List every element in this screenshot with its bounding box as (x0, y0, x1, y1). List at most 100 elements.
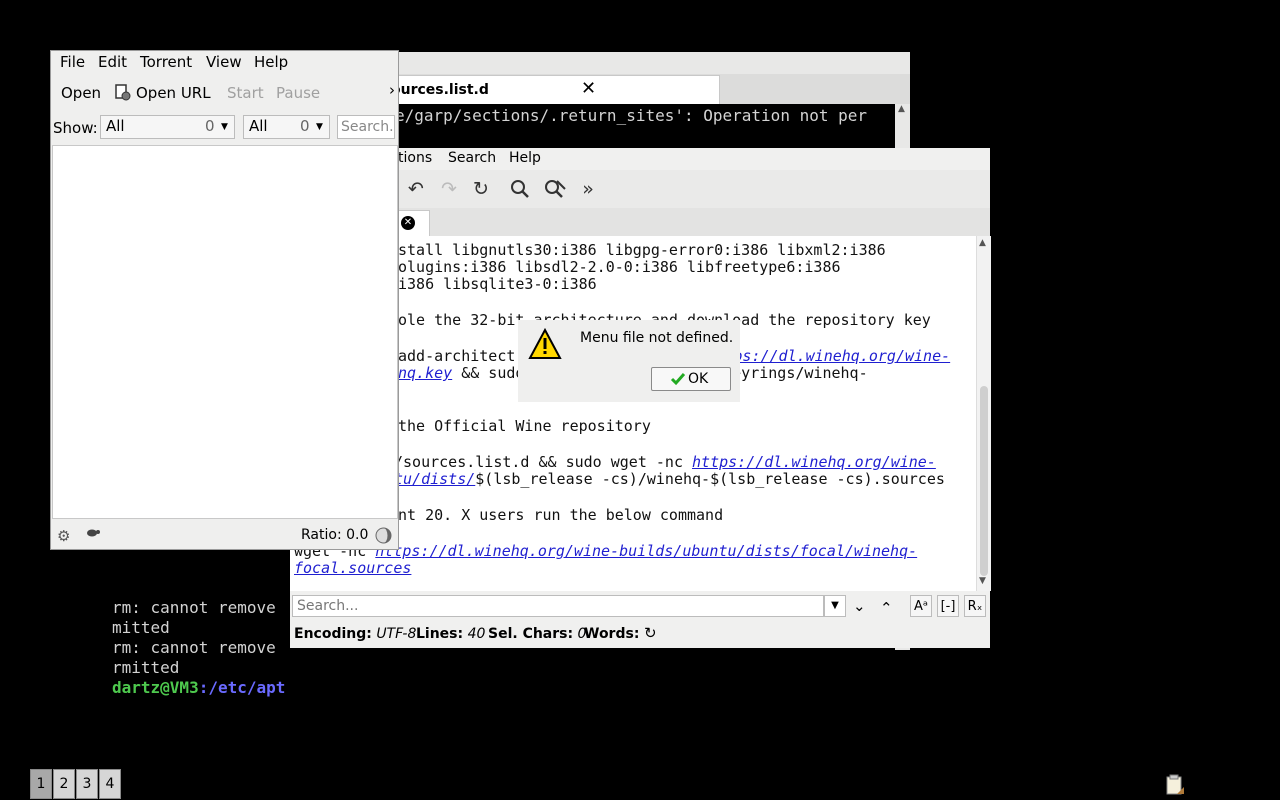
menu-view[interactable]: View (206, 53, 242, 71)
encoding-value: UTF-8 (376, 626, 417, 642)
prompt-path: :/etc/apt (198, 678, 286, 697)
alert-dialog: Menu file not defined. OK (518, 320, 740, 402)
gear-icon[interactable]: ⚙ (57, 527, 70, 545)
reload-icon[interactable]: ↻ (470, 178, 492, 200)
regex-icon[interactable]: Rₓ (964, 595, 986, 617)
scroll-up-icon[interactable]: ▲ (979, 238, 986, 248)
transmission-window: File Edit Torrent View Help Open Open UR… (50, 50, 399, 550)
text-line: focal.sources (294, 559, 411, 577)
turtle-icon[interactable] (85, 525, 101, 543)
encoding-status: Encoding: UTF-8 (294, 626, 416, 642)
menu-help[interactable]: Help (254, 53, 288, 71)
alert-message: Menu file not defined. (580, 330, 734, 346)
selchars-label: Sel. Chars: (488, 626, 574, 642)
chevron-down-icon: ▼ (316, 122, 323, 132)
text-segment: the Official Wine repository (398, 417, 651, 435)
show-label: Show: (53, 119, 98, 137)
search-icon[interactable] (509, 178, 531, 200)
chevron-down-icon[interactable]: ▼ (824, 595, 846, 617)
text-line: i386 libsqlite3-0:i386 (398, 275, 597, 293)
text-line: the Official Wine repository (398, 417, 651, 435)
menu-help[interactable]: Help (509, 150, 541, 166)
pause-button[interactable]: Pause (276, 84, 320, 102)
lines-value: 40 (467, 626, 486, 642)
start-button[interactable]: Start (227, 84, 264, 102)
checkmark-icon (670, 371, 686, 391)
search-replace-icon[interactable] (543, 178, 566, 200)
torrent-list[interactable] (52, 145, 398, 519)
text-link[interactable]: ps://dl.winehq.org/wine- (733, 347, 950, 365)
text-line: /sources.list.d && sudo wget -nc https:/… (394, 453, 936, 471)
text-link[interactable]: https://dl.winehq.org/wine- (692, 453, 936, 471)
text-segment: add-architect (398, 347, 516, 365)
menu-torrent[interactable]: Torrent (140, 53, 192, 71)
terminal-tab-title: ources.list.d (391, 82, 489, 98)
words-label: Words: (584, 626, 640, 642)
clipboard-tray-icon[interactable] (1164, 774, 1186, 800)
encoding-label: Encoding: (294, 626, 372, 642)
torrent-search-input[interactable]: Search... (337, 115, 395, 139)
tracker-filter-count: 0 (300, 117, 310, 135)
text-segment: /sources.list.d && sudo wget -nc (394, 453, 693, 471)
text-segment: olugins:i386 libsdl2-2.0-0:i386 libfreet… (398, 258, 841, 276)
workspace-button-2[interactable]: 2 (53, 769, 75, 799)
scroll-thumb[interactable] (980, 386, 988, 576)
open-button[interactable]: Open (61, 84, 101, 102)
terminal-line: rmitted (112, 658, 180, 677)
editor-statusbar: Encoding: UTF-8 Lines: 40 Sel. Chars: 0 … (290, 623, 990, 648)
lines-status: Lines: 40 (416, 626, 485, 642)
workspace-button-4[interactable]: 4 (99, 769, 121, 799)
activity-filter-count: 0 (205, 117, 215, 135)
refresh-icon[interactable]: ↻ (644, 624, 657, 642)
menu-search[interactable]: Search (448, 150, 496, 166)
scroll-down-icon[interactable]: ▼ (979, 576, 986, 586)
terminal-line: rm: cannot remove (112, 638, 276, 657)
chevron-down-icon: ▼ (221, 122, 228, 132)
close-tab-icon[interactable]: ✕ (401, 216, 415, 230)
lines-label: Lines: (416, 626, 464, 642)
editor-scrollbar[interactable]: ▲ ▼ (976, 236, 991, 591)
close-icon[interactable]: ✕ (581, 80, 596, 98)
workspace-button-3[interactable]: 3 (76, 769, 98, 799)
menu-edit[interactable]: Edit (98, 53, 127, 71)
warning-icon (528, 327, 562, 364)
activity-filter-value: All (106, 117, 125, 135)
terminal-tab[interactable]: ources.list.d ✕ (390, 75, 720, 105)
ok-button[interactable]: OK (651, 367, 731, 391)
workspace-button-1[interactable]: 1 (30, 769, 52, 799)
find-previous-icon[interactable]: ⌃ (880, 599, 893, 617)
ratio-label: Ratio: 0.0 (301, 527, 369, 543)
text-link[interactable]: https://dl.winehq.org/wine-builds/ubuntu… (375, 542, 917, 560)
text-segment: i386 libsqlite3-0:i386 (398, 275, 597, 293)
text-link[interactable]: tu/dists/ (394, 470, 475, 488)
text-link[interactable]: nq.key (398, 364, 452, 382)
text-line: tu/dists/$(lsb_release -cs)/winehq-$(lsb… (394, 470, 945, 488)
text-line: olugins:i386 libsdl2-2.0-0:i386 libfreet… (398, 258, 841, 276)
whole-word-icon[interactable]: [-] (937, 595, 959, 617)
menu-file[interactable]: File (60, 53, 85, 71)
text-segment: stall libgnutls30:i386 libgpg-error0:i38… (398, 241, 886, 259)
menu-options[interactable]: tions (398, 150, 432, 166)
activity-filter-select[interactable]: All 0 ▼ (100, 115, 235, 139)
prompt-user: dartz@VM3 (112, 678, 199, 697)
overflow-chevron-icon[interactable]: › (389, 81, 395, 99)
tracker-filter-select[interactable]: All 0 ▼ (243, 115, 330, 139)
undo-icon[interactable]: ↶ (405, 178, 427, 200)
more-icon[interactable]: » (577, 178, 599, 200)
editor-search-bar: Search... ▼ ⌄ ⌃ Aᵃ [-] Rₓ (290, 591, 990, 623)
tracker-filter-value: All (249, 117, 268, 135)
redo-icon[interactable]: ↷ (438, 178, 460, 200)
open-url-icon[interactable] (114, 83, 132, 105)
open-url-button[interactable]: Open URL (136, 84, 211, 102)
scroll-up-icon[interactable]: ▲ (898, 104, 905, 114)
ratio-toggle-icon[interactable] (375, 527, 392, 548)
ok-label: OK (688, 371, 709, 387)
text-link[interactable]: focal.sources (294, 559, 411, 577)
text-segment: $(lsb_release -cs)/winehq-$(lsb_release … (475, 470, 945, 488)
match-case-icon[interactable]: Aᵃ (910, 595, 932, 617)
words-status: Words: (584, 626, 639, 642)
find-next-icon[interactable]: ⌄ (853, 597, 866, 615)
text-segment: nt 20. X users run the below command (398, 506, 724, 524)
terminal-line: mitted (112, 618, 170, 637)
search-input[interactable]: Search... (292, 595, 824, 617)
